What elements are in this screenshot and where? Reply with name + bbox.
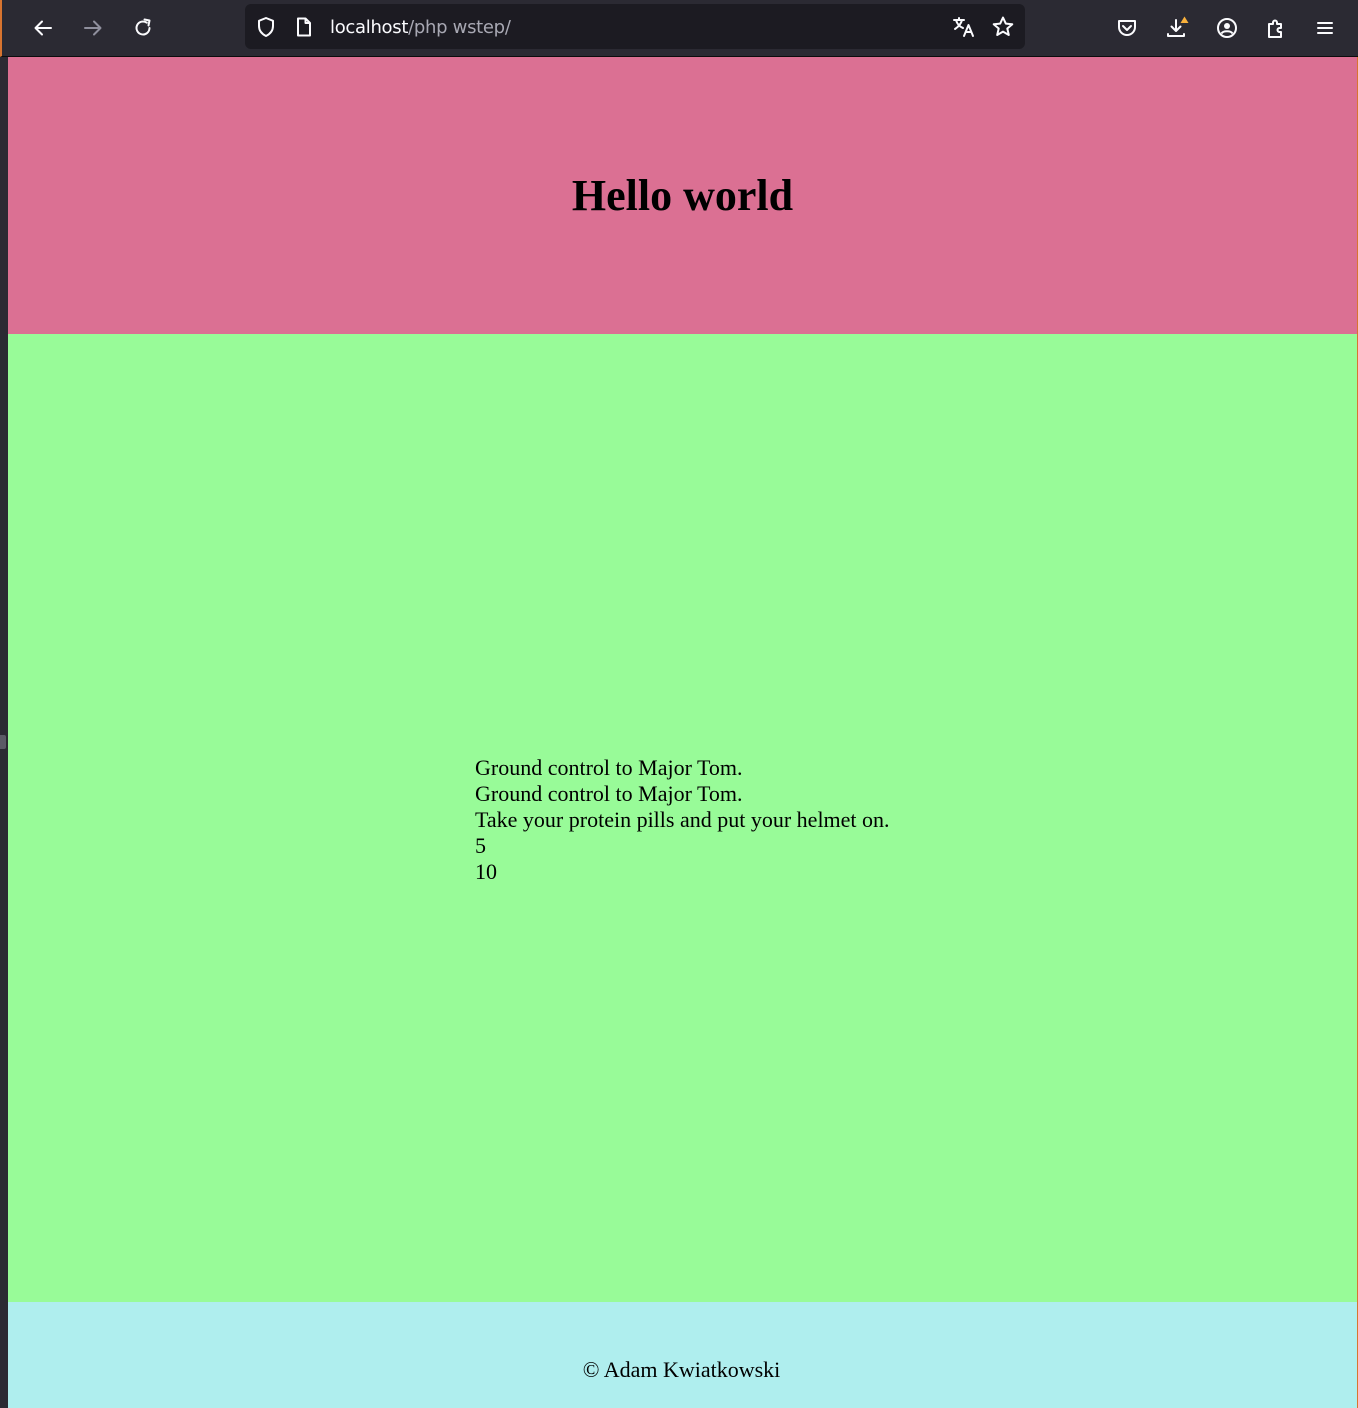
reload-icon	[135, 18, 151, 36]
window-edge-mark	[0, 735, 6, 749]
menu-button[interactable]	[1306, 9, 1344, 47]
content-line: Ground control to Major Tom.	[475, 781, 743, 806]
forward-button[interactable]	[74, 9, 112, 47]
content-line: Take your protein pills and put your hel…	[475, 807, 890, 832]
address-bar[interactable]: localhost/php wstep/	[245, 4, 1025, 49]
content-lines: Ground control to Major Tom. Ground cont…	[475, 755, 890, 885]
page-viewport: Hello world Ground control to Major Tom.…	[8, 57, 1358, 1408]
content-line: 10	[475, 859, 497, 884]
page-main: Ground control to Major Tom. Ground cont…	[8, 334, 1357, 1302]
reload-button[interactable]	[124, 9, 162, 47]
translate-button[interactable]	[945, 8, 983, 46]
url-path: /php wstep/	[408, 17, 511, 38]
arrow-left-icon	[34, 20, 52, 36]
pocket-icon	[1118, 20, 1136, 36]
page-header: Hello world	[8, 57, 1357, 334]
extensions-button[interactable]	[1257, 9, 1295, 47]
content-line: Ground control to Major Tom.	[475, 755, 743, 780]
star-icon	[992, 16, 1014, 36]
browser-toolbar: localhost/php wstep/	[0, 0, 1358, 57]
page-footer: © Adam Kwiatkowski	[8, 1302, 1357, 1408]
puzzle-icon	[1268, 19, 1282, 38]
url-host: localhost	[330, 17, 409, 38]
downloads-button[interactable]	[1158, 9, 1196, 47]
arrow-right-icon	[84, 20, 102, 36]
pocket-button[interactable]	[1108, 9, 1146, 47]
shield-icon	[258, 17, 274, 37]
footer-copyright: © Adam Kwiatkowski	[582, 1357, 781, 1382]
tracking-protection-button[interactable]	[247, 8, 285, 46]
site-info-button[interactable]	[285, 8, 323, 46]
back-button[interactable]	[24, 9, 62, 47]
page-title: Hello world	[571, 171, 794, 220]
translate-icon	[953, 17, 974, 37]
url-text[interactable]: localhost/php wstep/	[330, 17, 511, 38]
account-icon	[1217, 18, 1237, 38]
bookmark-button[interactable]	[984, 8, 1022, 46]
hamburger-menu-icon	[1317, 22, 1333, 34]
download-icon	[1167, 16, 1189, 37]
page-icon	[297, 17, 311, 37]
account-button[interactable]	[1208, 9, 1246, 47]
content-line: 5	[475, 833, 486, 858]
window-edge	[0, 0, 8, 1408]
